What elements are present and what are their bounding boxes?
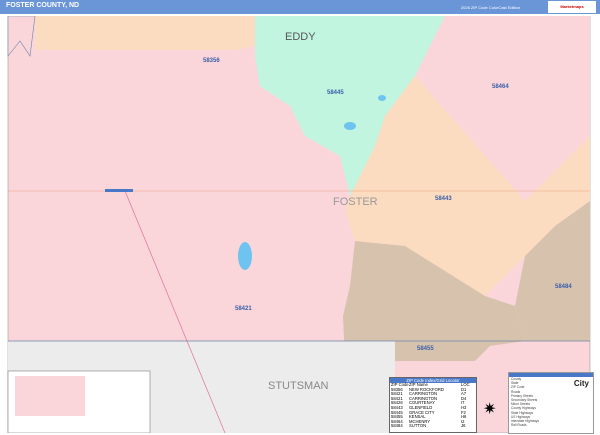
inset-county	[15, 376, 85, 416]
zip-label: 58356	[203, 58, 220, 64]
edition-label: 2026 ZIP Code ColorCast Edition	[460, 5, 520, 10]
map-title: FOSTER COUNTY, ND	[6, 2, 80, 9]
zip-label: 58464	[492, 84, 509, 90]
zip-map[interactable]: EDDY FOSTER STUTSMAN 58356 58445 58464 5…	[5, 16, 593, 433]
town-carrington	[105, 189, 133, 192]
county-label-foster: FOSTER	[333, 196, 378, 208]
lake	[238, 242, 252, 270]
table-row: 58484 SUTTON J6	[390, 424, 476, 429]
county-label-eddy: EDDY	[285, 31, 316, 43]
header-bar: FOSTER COUNTY, ND 2026 ZIP Code ColorCas…	[0, 0, 600, 14]
zip-label: 58445	[327, 90, 344, 96]
zip-label: 58484	[555, 284, 572, 290]
county-label-stutsman: STUTSMAN	[268, 380, 329, 392]
zip-label: 58455	[417, 346, 434, 352]
table-cell: SUTTON	[409, 423, 427, 429]
zip-index-table: ZIP Code Index/Grid Locator ZIP Code ZIP…	[389, 377, 477, 433]
zip-area-58356	[35, 16, 260, 50]
lake	[378, 95, 386, 101]
zip-label: 58443	[435, 196, 452, 202]
lake	[344, 122, 356, 130]
map-legend: County State ZIP Code Roads Primary Streets S…	[508, 372, 594, 434]
brand-logo: Marketmaps	[548, 1, 596, 13]
legend-city-label: City	[573, 379, 589, 388]
zip-label: 58421	[235, 306, 252, 312]
compass-rose-icon: ✷	[483, 401, 497, 418]
table-cell: J6	[461, 423, 466, 429]
legend-item: Rail Roads	[511, 423, 527, 428]
table-cell: 58484	[391, 423, 403, 429]
